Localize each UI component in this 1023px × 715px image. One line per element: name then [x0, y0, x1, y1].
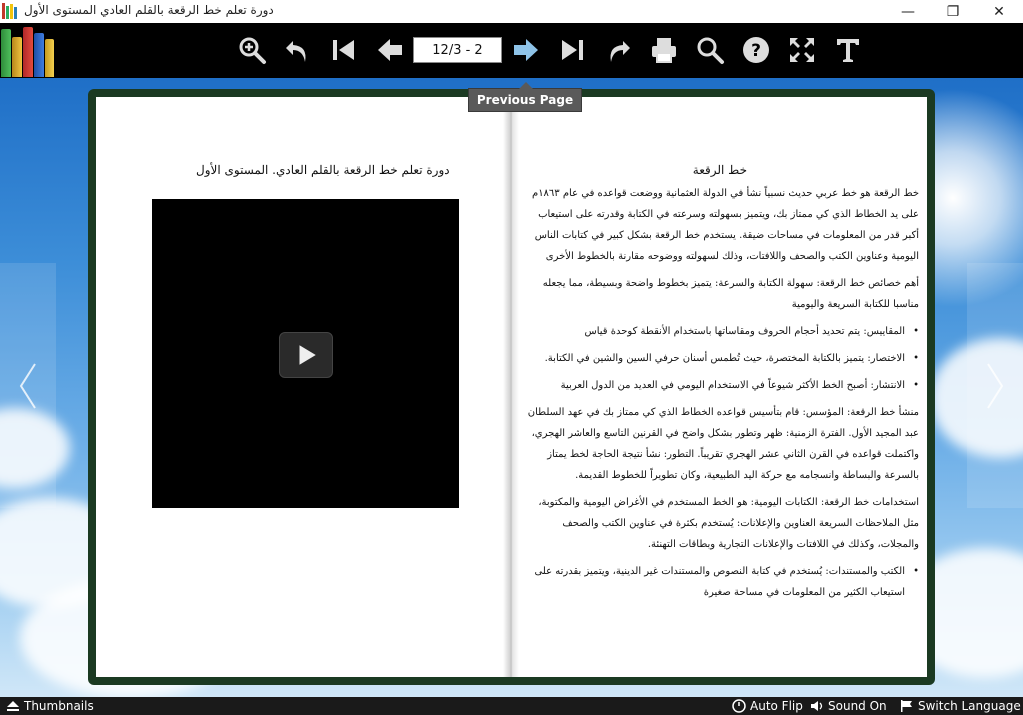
search-icon[interactable]	[693, 33, 727, 67]
article-paragraph: أهم خصائص خط الرقعة: سهولة الكتابة والسر…	[542, 278, 919, 310]
text-icon[interactable]	[831, 33, 865, 67]
auto-flip-label: Auto Flip	[750, 699, 803, 713]
play-icon	[299, 345, 316, 365]
chevron-right-icon	[987, 362, 1004, 409]
left-page[interactable]: دورة تعلم خط الرقعة بالقلم العادي. المست…	[96, 97, 511, 677]
auto-flip-button[interactable]: Auto Flip	[732, 699, 803, 713]
previous-page-icon[interactable]	[373, 33, 407, 67]
next-page-side-button[interactable]	[967, 263, 1023, 508]
bottom-bar: Thumbnails Auto Flip Sound On Switch Lan…	[0, 697, 1023, 715]
previous-page-side-button[interactable]	[0, 263, 56, 508]
redo-icon[interactable]	[601, 33, 635, 67]
toolbar: ?	[0, 23, 1023, 78]
minimize-button[interactable]: —	[885, 0, 931, 23]
books-logo-icon	[0, 25, 56, 77]
eject-icon	[7, 701, 19, 711]
maximize-button[interactable]: ❐	[930, 0, 976, 23]
close-button[interactable]: ✕	[976, 0, 1022, 23]
window-title-bar: دورة تعلم خط الرقعة بالقلم العادي المستو…	[0, 0, 1023, 23]
fullscreen-icon[interactable]	[785, 33, 819, 67]
article-body: خط الرقعة هو خط عربي حديث نسبياً نشأ في …	[521, 183, 919, 609]
switch-language-label: Switch Language	[918, 699, 1021, 713]
print-icon[interactable]	[647, 33, 681, 67]
play-button[interactable]	[279, 332, 333, 378]
previous-page-tooltip: Previous Page	[468, 82, 582, 112]
svg-text:?: ?	[751, 41, 761, 61]
zoom-in-icon[interactable]	[235, 33, 269, 67]
sound-label: Sound On	[828, 699, 887, 713]
switch-language-button[interactable]: Switch Language	[900, 699, 1021, 713]
last-page-icon[interactable]	[555, 33, 589, 67]
right-page-heading: خط الرقعة	[692, 163, 747, 177]
chevron-left-icon	[19, 362, 36, 409]
next-page-icon[interactable]	[509, 33, 543, 67]
timer-icon	[732, 699, 746, 713]
book-spine	[503, 97, 519, 677]
article-bullet: المقاييس: يتم تحديد أحجام الحروف ومقاسات…	[521, 321, 919, 342]
thumbnails-label: Thumbnails	[24, 699, 94, 713]
undo-icon[interactable]	[281, 33, 315, 67]
article-paragraph: خط الرقعة هو خط عربي حديث نسبياً نشأ في …	[531, 188, 919, 262]
window-title: دورة تعلم خط الرقعة بالقلم العادي المستو…	[24, 3, 274, 17]
flag-icon	[901, 700, 912, 712]
article-paragraph: منشأ خط الرقعة: المؤسس: قام بتأسيس قواعد…	[527, 407, 919, 481]
book-stage: دورة تعلم خط الرقعة بالقلم العادي. المست…	[0, 78, 1023, 697]
article-paragraph: استخدامات خط الرقعة: الكتابات اليومية: ه…	[538, 497, 919, 550]
left-page-heading: دورة تعلم خط الرقعة بالقلم العادي. المست…	[196, 163, 450, 177]
page-number-input[interactable]	[413, 37, 502, 63]
app-books-icon	[2, 3, 18, 19]
right-page[interactable]: خط الرقعة خط الرقعة هو خط عربي حديث نسبي…	[511, 97, 927, 677]
article-bullet: الاختصار: يتميز بالكتابة المختصرة، حيث ت…	[521, 348, 919, 369]
flipbook: دورة تعلم خط الرقعة بالقلم العادي. المست…	[88, 89, 935, 685]
help-icon[interactable]: ?	[739, 33, 773, 67]
video-player[interactable]	[152, 199, 459, 508]
thumbnails-button[interactable]: Thumbnails	[6, 699, 94, 713]
article-bullet: الكتب والمستندات: يُستخدم في كتابة النصو…	[521, 561, 919, 603]
sound-button[interactable]: Sound On	[810, 699, 887, 713]
speaker-icon	[811, 701, 823, 711]
first-page-icon[interactable]	[327, 33, 361, 67]
article-bullet: الانتشار: أصبح الخط الأكثر شيوعاً في الا…	[521, 375, 919, 396]
